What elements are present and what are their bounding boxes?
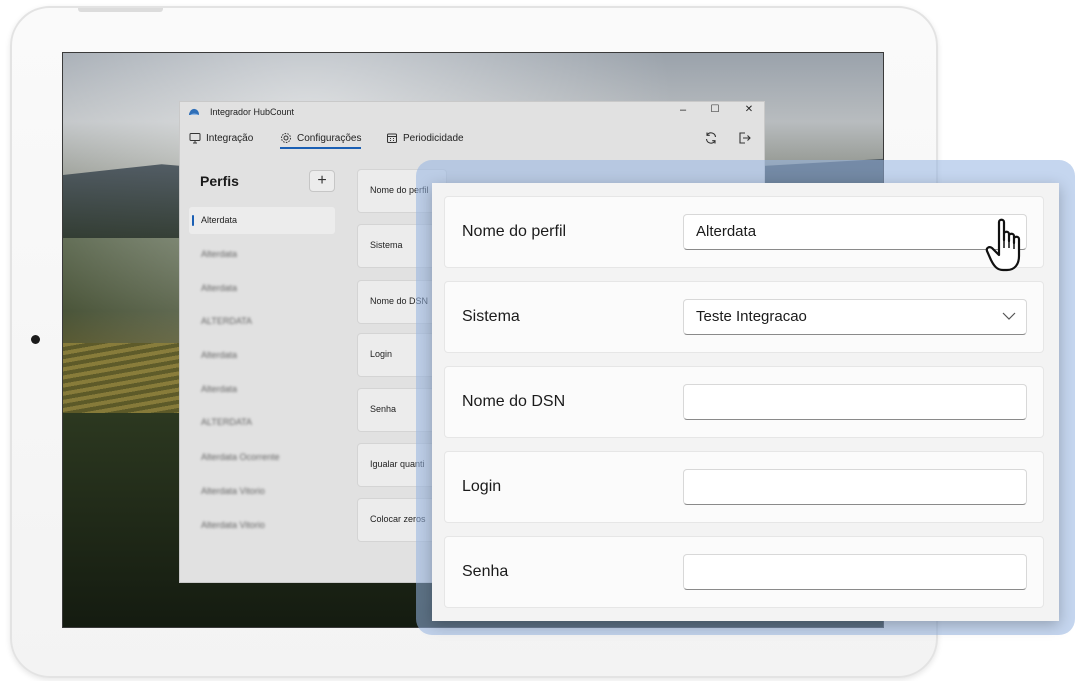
- add-profile-button[interactable]: +: [309, 170, 335, 192]
- app-title: Integrador HubCount: [210, 107, 295, 117]
- sync-icon[interactable]: [704, 131, 718, 145]
- system-select-value: Teste Integracao: [696, 308, 807, 325]
- profile-item[interactable]: Alterdata: [189, 207, 335, 234]
- field-label: Sistema: [370, 240, 403, 250]
- zoom-label: Sistema: [462, 308, 520, 325]
- zoom-row-senha: Senha: [444, 536, 1044, 608]
- calendar-icon: [387, 133, 397, 143]
- zoom-label: Nome do perfil: [462, 223, 567, 240]
- dsn-input[interactable]: [683, 384, 1027, 420]
- logout-icon[interactable]: [737, 131, 751, 145]
- app-logo-icon: [189, 108, 199, 115]
- zoom-row-nome-perfil: Nome do perfil Alterdata: [444, 196, 1044, 268]
- sidebar-title: Perfis: [200, 173, 239, 189]
- profile-item[interactable]: Alterdata: [189, 275, 335, 302]
- tablet-tab: [78, 8, 163, 12]
- profile-name-input[interactable]: Alterdata: [683, 214, 1027, 250]
- chevron-down-icon: [1002, 312, 1016, 320]
- zoom-row-dsn: Nome do DSN: [444, 366, 1044, 438]
- zoom-card: Nome do perfil Alterdata Sistema Teste I…: [432, 183, 1059, 621]
- profile-item[interactable]: ALTERDATA: [189, 409, 335, 436]
- title-bar: Integrador HubCount – ☐ ✕: [180, 102, 764, 124]
- zoom-row-sistema: Sistema Teste Integracao: [444, 281, 1044, 353]
- tab-periodicidade[interactable]: Periodicidade: [386, 132, 464, 144]
- minimize-button[interactable]: –: [674, 104, 692, 116]
- profile-item[interactable]: Alterdata Vitorio: [189, 512, 335, 539]
- zoom-row-login: Login: [444, 451, 1044, 523]
- field-label: Login: [370, 349, 393, 359]
- active-tab-indicator: [280, 147, 362, 149]
- profile-item[interactable]: ALTERDATA: [189, 308, 335, 335]
- field-label: Senha: [370, 404, 397, 414]
- tab-integracao[interactable]: Integração: [189, 132, 253, 144]
- profile-item[interactable]: Alterdata: [189, 241, 335, 268]
- monitor-icon: [189, 133, 201, 144]
- profile-item[interactable]: Alterdata: [189, 342, 335, 369]
- tab-configuracoes[interactable]: Configurações: [280, 132, 362, 149]
- nav-bar: Integração Configurações Periodicidade: [180, 130, 764, 150]
- profile-item[interactable]: Alterdata: [189, 376, 335, 403]
- maximize-button[interactable]: ☐: [706, 104, 724, 115]
- stage: Integrador HubCount – ☐ ✕ Integração Con…: [0, 0, 1075, 681]
- tab-label: Configurações: [297, 132, 362, 144]
- profile-item[interactable]: Alterdata Vitorio: [189, 478, 335, 505]
- zoom-label: Login: [462, 478, 502, 495]
- login-input[interactable]: [683, 469, 1027, 505]
- gear-icon: [281, 133, 291, 143]
- zoom-label: Nome do DSN: [462, 393, 566, 410]
- tablet-camera: [31, 335, 40, 344]
- profile-item[interactable]: Alterdata Ocorrente: [189, 444, 335, 471]
- close-button[interactable]: ✕: [740, 104, 758, 115]
- password-input[interactable]: [683, 554, 1027, 590]
- tab-label: Periodicidade: [403, 132, 464, 144]
- system-select[interactable]: Teste Integracao: [683, 299, 1027, 335]
- zoom-label: Senha: [462, 563, 509, 580]
- tab-label: Integração: [206, 132, 254, 144]
- hand-cursor-icon: [985, 218, 1021, 272]
